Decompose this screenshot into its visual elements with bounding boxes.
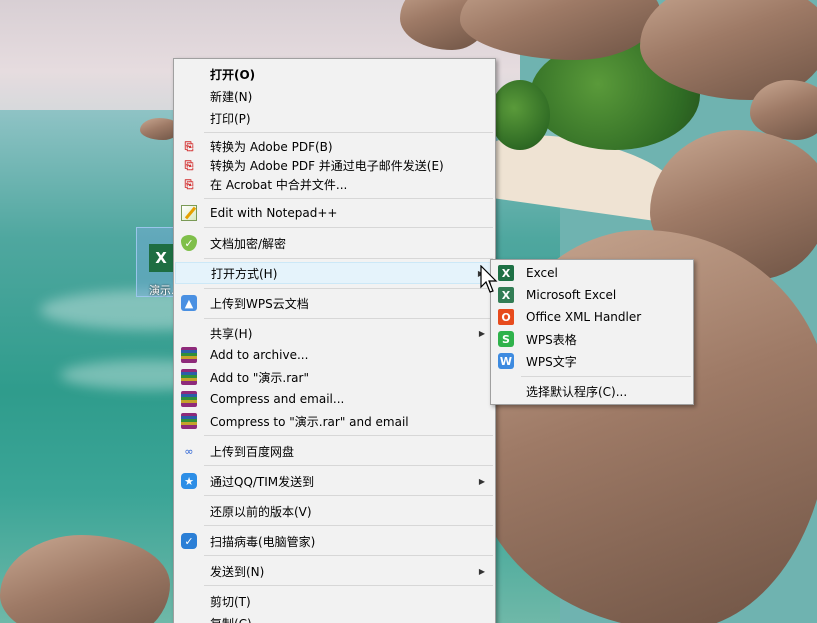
menu-item-label: 共享(H): [210, 326, 253, 341]
menu-item-compress-and-email[interactable]: Compress and email...: [175, 388, 494, 410]
menu-separator: [204, 258, 493, 259]
adobe-pdf-email-icon: ⎘: [184, 158, 194, 172]
desktop-file-icon[interactable]: X 演示...: [136, 227, 182, 297]
winrar-icon: [181, 369, 197, 385]
mouse-cursor-icon: [480, 265, 498, 293]
wps-spreadsheet-icon: S: [498, 331, 514, 347]
menu-item-label: Compress and email...: [210, 392, 345, 406]
chevron-right-icon: ▶: [478, 328, 485, 338]
menu-separator: [204, 555, 493, 556]
winrar-icon: [181, 347, 197, 363]
wallpaper-rock: [750, 80, 817, 140]
submenu-item-label: WPS文字: [526, 354, 577, 369]
menu-item-compress-rar-email[interactable]: Compress to "演示.rar" and email: [175, 410, 494, 432]
menu-separator: [521, 376, 691, 377]
menu-item-scan-virus[interactable]: ✓ 扫描病毒(电脑管家): [175, 530, 494, 552]
winrar-icon: [181, 391, 197, 407]
menu-item-label: 上传到百度网盘: [210, 444, 295, 459]
excel-icon: X: [498, 265, 514, 281]
menu-item-copy[interactable]: 复制(C): [175, 612, 494, 623]
menu-item-print[interactable]: 打印(P): [175, 107, 494, 129]
menu-item-new[interactable]: 新建(N): [175, 85, 494, 107]
submenu-item-wps-spreadsheet[interactable]: S WPS表格: [492, 328, 692, 350]
menu-item-encrypt-decrypt[interactable]: ✓ 文档加密/解密: [175, 232, 494, 254]
menu-item-label: Add to "演示.rar": [210, 370, 309, 385]
menu-item-label: 打印(P): [210, 111, 251, 126]
menu-item-label: 转换为 Adobe PDF 并通过电子邮件发送(E): [210, 158, 444, 173]
microsoft-excel-icon: X: [498, 287, 514, 303]
office-icon: O: [498, 309, 514, 325]
menu-item-share[interactable]: 共享(H) ▶: [175, 322, 494, 344]
submenu-item-office-xml-handler[interactable]: O Office XML Handler: [492, 306, 692, 328]
chevron-right-icon: ▶: [478, 476, 485, 486]
qq-icon: ★: [181, 473, 197, 489]
menu-item-label: 上传到WPS云文档: [210, 296, 309, 311]
notepad-plus-plus-icon: [181, 205, 197, 221]
menu-separator: [204, 198, 493, 199]
menu-separator: [204, 288, 493, 289]
submenu-item-choose-default[interactable]: 选择默认程序(C)...: [492, 380, 692, 402]
menu-item-label: 打开方式(H): [211, 266, 278, 281]
menu-separator: [204, 435, 493, 436]
submenu-item-wps-writer[interactable]: W WPS文字: [492, 350, 692, 372]
menu-item-label: 剪切(T): [210, 594, 251, 609]
menu-item-label: 在 Acrobat 中合并文件...: [210, 177, 348, 192]
wps-cloud-icon: ▲: [181, 295, 197, 311]
submenu-item-excel[interactable]: X Excel: [492, 262, 692, 284]
menu-item-label: 打开(O): [210, 67, 256, 82]
menu-separator: [204, 318, 493, 319]
excel-file-icon: X: [149, 244, 173, 272]
context-menu: 打开(O) 新建(N) 打印(P) ⎘ 转换为 Adobe PDF(B) ⎘ 转…: [173, 58, 496, 623]
wps-writer-icon: W: [498, 353, 514, 369]
menu-item-notepad-plus-plus[interactable]: Edit with Notepad++: [175, 202, 494, 224]
submenu-item-label: 选择默认程序(C)...: [526, 384, 628, 399]
menu-item-send-to[interactable]: 发送到(N) ▶: [175, 560, 494, 582]
menu-item-send-via-qq[interactable]: ★ 通过QQ/TIM发送到 ▶: [175, 470, 494, 492]
menu-item-label: 复制(C): [210, 615, 252, 623]
menu-item-label: 发送到(N): [210, 564, 265, 579]
menu-item-add-to-rar[interactable]: Add to "演示.rar": [175, 366, 494, 388]
submenu-item-microsoft-excel[interactable]: X Microsoft Excel: [492, 284, 692, 306]
pc-manager-icon: ✓: [181, 533, 197, 549]
menu-item-label: Compress to "演示.rar" and email: [210, 414, 409, 429]
menu-item-label: Edit with Notepad++: [210, 206, 338, 220]
menu-item-label: 还原以前的版本(V): [210, 504, 312, 519]
menu-separator: [204, 585, 493, 586]
submenu-item-label: Office XML Handler: [526, 310, 642, 324]
menu-item-label: 扫描病毒(电脑管家): [210, 534, 316, 549]
menu-item-label: Add to archive...: [210, 348, 309, 362]
submenu-item-label: WPS表格: [526, 332, 577, 347]
menu-item-label: 新建(N): [210, 89, 253, 104]
menu-separator: [204, 132, 493, 133]
menu-item-convert-adobe-pdf[interactable]: ⎘ 转换为 Adobe PDF(B): [175, 136, 494, 156]
shield-icon: ✓: [181, 235, 197, 251]
submenu-item-label: Excel: [526, 266, 558, 280]
menu-item-acrobat-combine[interactable]: ⎘ 在 Acrobat 中合并文件...: [175, 174, 494, 194]
menu-item-restore-previous-versions[interactable]: 还原以前的版本(V): [175, 500, 494, 522]
menu-separator: [204, 525, 493, 526]
menu-item-label: 转换为 Adobe PDF(B): [210, 139, 333, 154]
menu-item-convert-pdf-email[interactable]: ⎘ 转换为 Adobe PDF 并通过电子邮件发送(E): [175, 155, 494, 175]
menu-item-open-with[interactable]: 打开方式(H) ▶: [175, 262, 494, 284]
menu-item-upload-baidu[interactable]: ∞ 上传到百度网盘: [175, 440, 494, 462]
wallpaper-foliage: [490, 80, 550, 150]
menu-separator: [204, 227, 493, 228]
menu-item-add-to-archive[interactable]: Add to archive...: [175, 344, 494, 366]
menu-item-label: 文档加密/解密: [210, 236, 287, 251]
baidu-netdisk-icon: ∞: [184, 444, 194, 458]
chevron-right-icon: ▶: [478, 566, 485, 576]
adobe-pdf-icon: ⎘: [184, 139, 194, 153]
open-with-submenu: X Excel X Microsoft Excel O Office XML H…: [490, 259, 694, 405]
menu-item-cut[interactable]: 剪切(T): [175, 590, 494, 612]
menu-separator: [204, 465, 493, 466]
menu-item-label: 通过QQ/TIM发送到: [210, 474, 315, 489]
menu-separator: [204, 495, 493, 496]
menu-item-upload-wps-cloud[interactable]: ▲ 上传到WPS云文档: [175, 292, 494, 314]
menu-item-open[interactable]: 打开(O): [175, 63, 494, 85]
winrar-icon: [181, 413, 197, 429]
submenu-item-label: Microsoft Excel: [526, 288, 617, 302]
acrobat-combine-icon: ⎘: [184, 177, 194, 191]
